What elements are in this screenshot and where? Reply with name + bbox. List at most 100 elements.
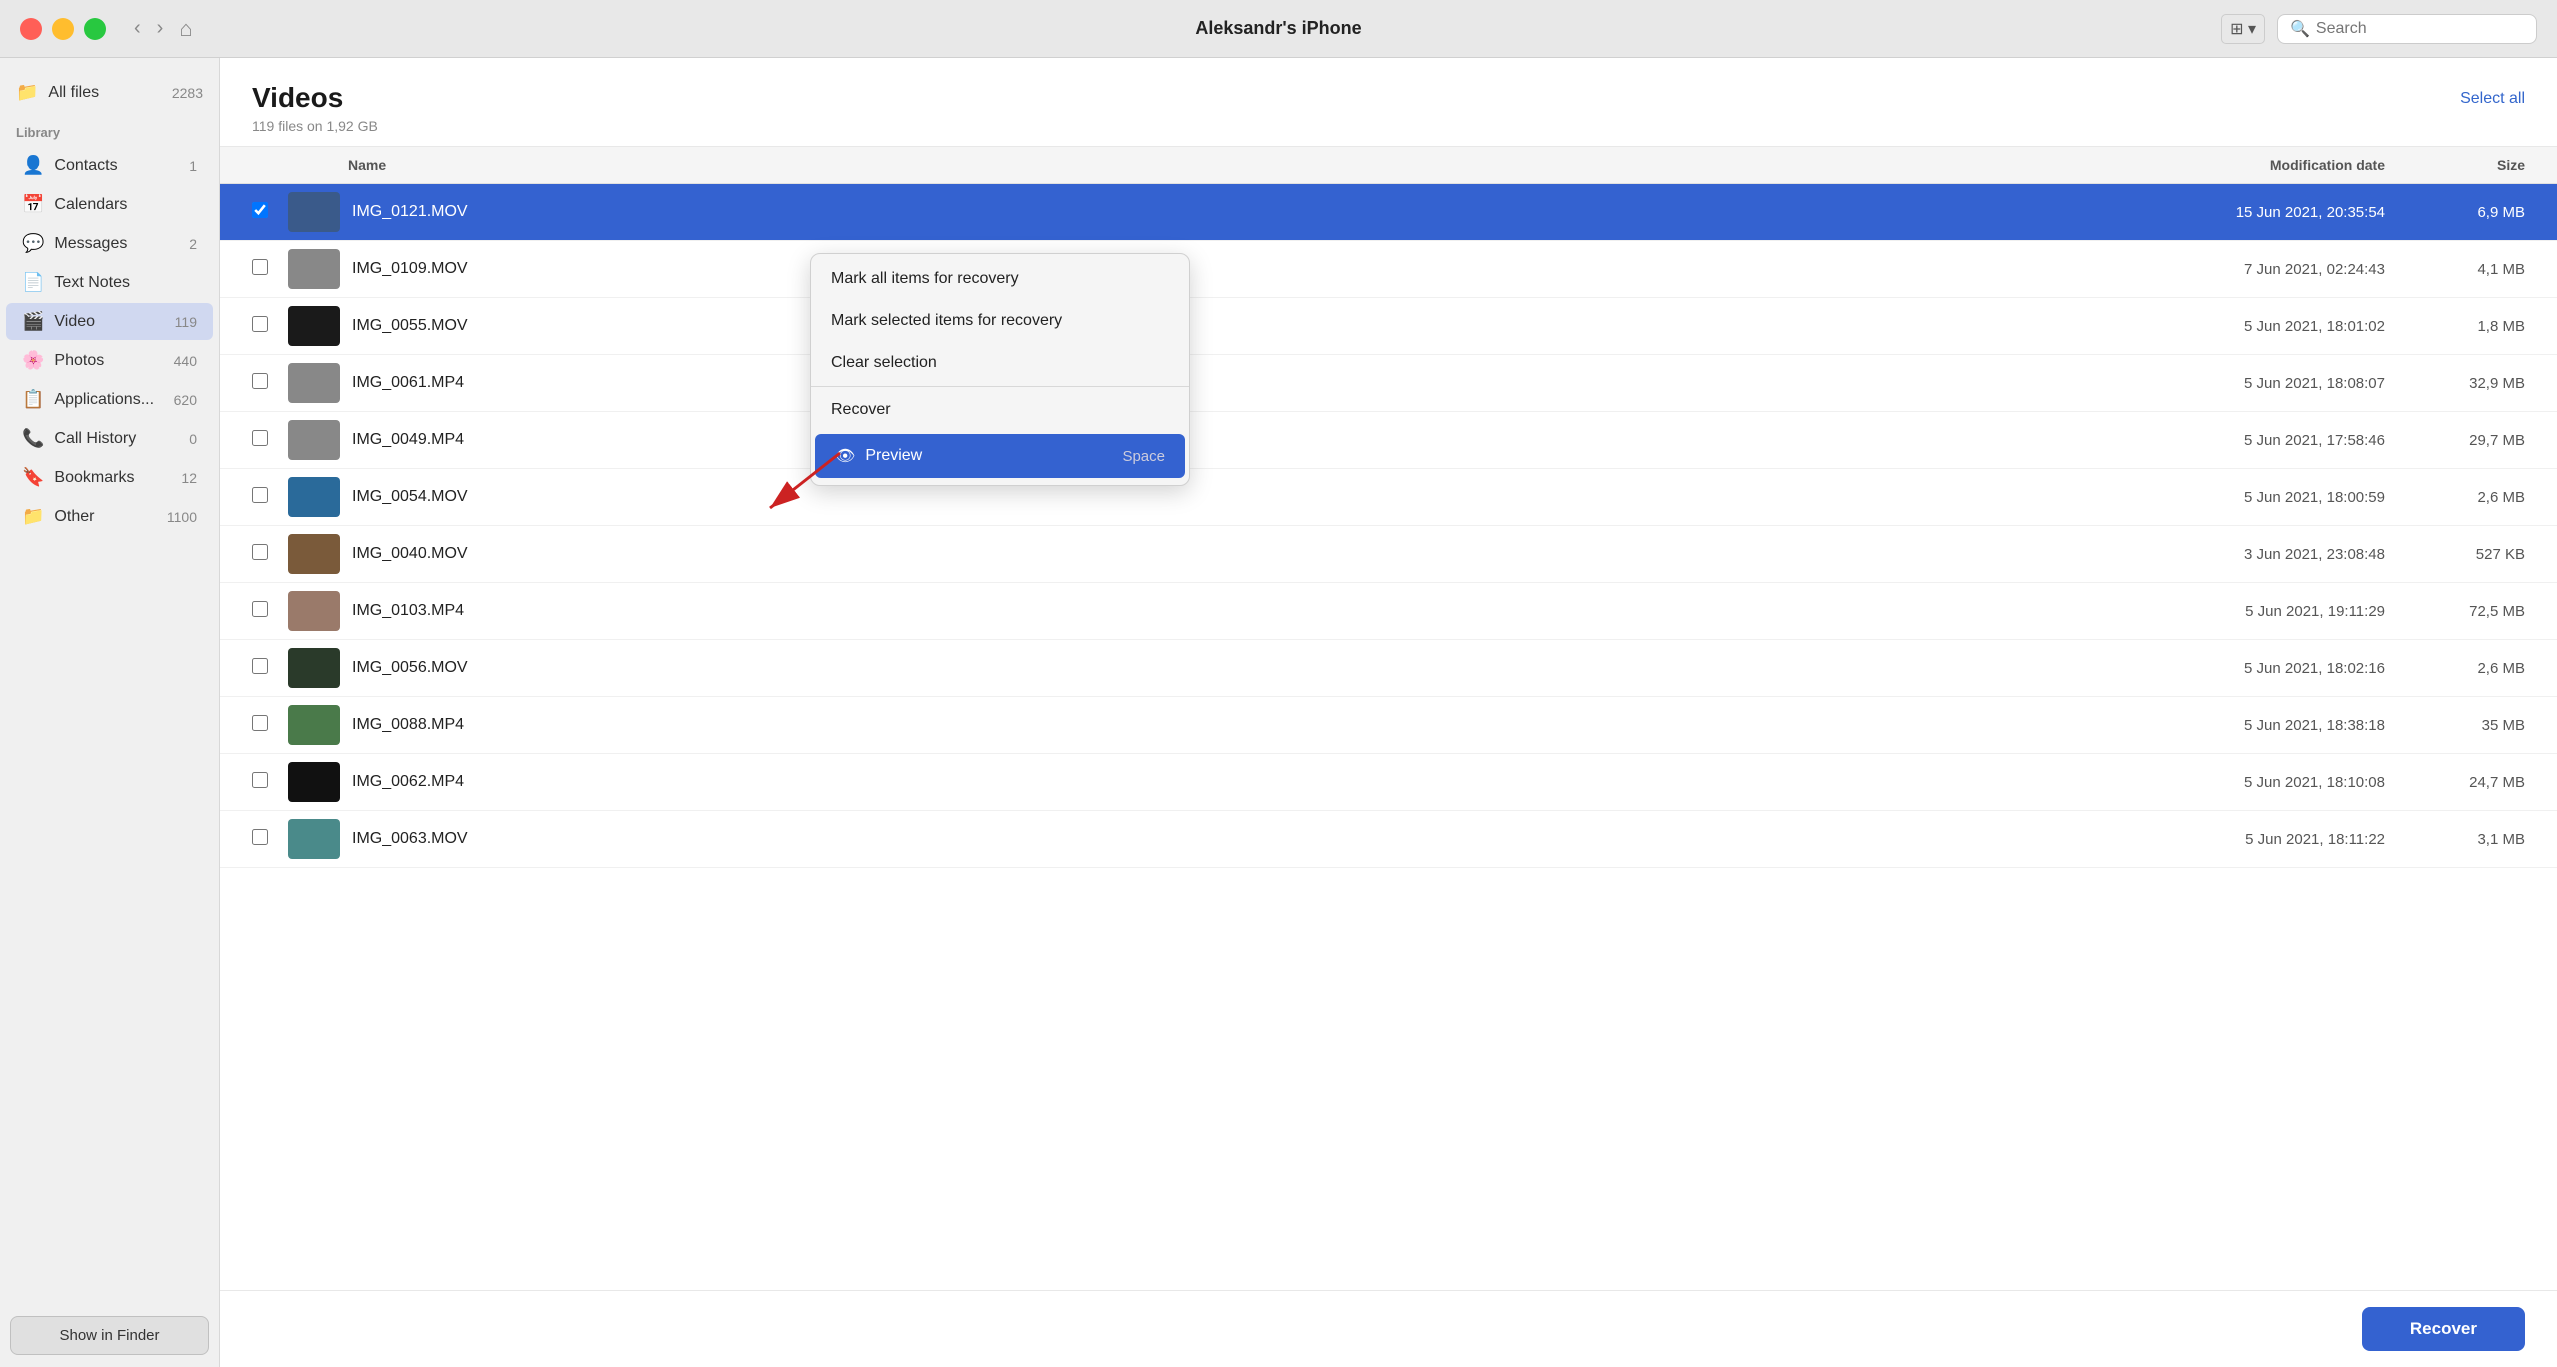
table-row[interactable]: IMG_0056.MOV 5 Jun 2021, 18:02:16 2,6 MB — [220, 640, 2557, 697]
row-checkbox[interactable] — [252, 202, 268, 218]
file-name: IMG_0088.MP4 — [352, 716, 2125, 734]
sidebar-item-contacts[interactable]: 👤 Contacts 1 — [6, 147, 213, 184]
folder-icon: 📁 — [16, 82, 38, 103]
table-row[interactable]: IMG_0063.MOV 5 Jun 2021, 18:11:22 3,1 MB — [220, 811, 2557, 868]
photos-count: 440 — [174, 353, 197, 369]
file-size: 1,8 MB — [2405, 318, 2525, 335]
context-mark-selected[interactable]: Mark selected items for recovery — [811, 300, 1189, 342]
sidebar-item-bookmarks[interactable]: 🔖 Bookmarks 12 — [6, 459, 213, 496]
file-name: IMG_0061.MP4 — [352, 374, 2125, 392]
row-checkbox[interactable] — [252, 373, 268, 389]
row-checkbox[interactable] — [252, 430, 268, 446]
back-button[interactable]: ‹ — [130, 17, 145, 40]
nav-arrows: ‹ › — [130, 17, 167, 40]
file-date: 15 Jun 2021, 20:35:54 — [2125, 204, 2405, 221]
thumbnail — [288, 363, 340, 403]
file-name: IMG_0121.MOV — [352, 203, 2125, 221]
forward-button[interactable]: › — [153, 17, 168, 40]
thumbnail — [288, 591, 340, 631]
close-button[interactable] — [20, 18, 42, 40]
row-checkbox[interactable] — [252, 601, 268, 617]
file-name: IMG_0109.MOV — [352, 260, 2125, 278]
context-menu-divider — [811, 386, 1189, 387]
row-checkbox[interactable] — [252, 259, 268, 275]
all-files-label: All files — [48, 84, 99, 102]
preview-eye-icon: 👁 — [835, 446, 855, 466]
sidebar-label-calendars: Calendars — [54, 196, 127, 214]
row-checkbox[interactable] — [252, 316, 268, 332]
sidebar-item-call-history[interactable]: 📞 Call History 0 — [6, 420, 213, 457]
titlebar-right: ⊞ ▾ 🔍 — [2221, 14, 2537, 44]
select-all-button[interactable]: Select all — [2460, 90, 2525, 108]
row-checkbox[interactable] — [252, 658, 268, 674]
maximize-button[interactable] — [84, 18, 106, 40]
row-checkbox[interactable] — [252, 829, 268, 845]
row-checkbox[interactable] — [252, 715, 268, 731]
table-row[interactable]: IMG_0061.MP4 5 Jun 2021, 18:08:07 32,9 M… — [220, 355, 2557, 412]
applications-icon: 📋 — [22, 389, 44, 410]
table-row[interactable]: IMG_0088.MP4 5 Jun 2021, 18:38:18 35 MB — [220, 697, 2557, 754]
search-box[interactable]: 🔍 — [2277, 14, 2537, 44]
sidebar-item-applications[interactable]: 📋 Applications... 620 — [6, 381, 213, 418]
footer-bar: Recover — [220, 1290, 2557, 1367]
home-button[interactable]: ⌂ — [179, 16, 192, 42]
messages-icon: 💬 — [22, 233, 44, 254]
recover-button[interactable]: Recover — [2362, 1307, 2525, 1351]
file-date: 5 Jun 2021, 18:00:59 — [2125, 489, 2405, 506]
size-column-header: Size — [2405, 157, 2525, 173]
page-title: Videos — [252, 82, 378, 114]
sidebar-item-other[interactable]: 📁 Other 1100 — [6, 498, 213, 535]
show-in-finder-button[interactable]: Show in Finder — [10, 1316, 209, 1355]
file-date: 5 Jun 2021, 18:02:16 — [2125, 660, 2405, 677]
row-checkbox[interactable] — [252, 772, 268, 788]
context-recover[interactable]: Recover — [811, 389, 1189, 431]
search-input[interactable] — [2316, 20, 2524, 38]
view-toggle-button[interactable]: ⊞ ▾ — [2221, 14, 2265, 44]
table-row[interactable]: IMG_0054.MOV 5 Jun 2021, 18:00:59 2,6 MB — [220, 469, 2557, 526]
titlebar-title: Aleksandr's iPhone — [1195, 18, 1361, 39]
sidebar-item-video[interactable]: 🎬 Video 119 — [6, 303, 213, 340]
context-mark-all[interactable]: Mark all items for recovery — [811, 258, 1189, 300]
sidebar-label-video: Video — [54, 313, 95, 331]
thumbnail — [288, 534, 340, 574]
library-section-title: Library — [0, 111, 219, 146]
file-name: IMG_0063.MOV — [352, 830, 2125, 848]
main-container: 📁 All files 2283 Library 👤 Contacts 1 📅 … — [0, 58, 2557, 1367]
preview-shortcut: Space — [1122, 448, 1165, 465]
table-row[interactable]: IMG_0103.MP4 5 Jun 2021, 19:11:29 72,5 M… — [220, 583, 2557, 640]
table-row[interactable]: IMG_0055.MOV 5 Jun 2021, 18:01:02 1,8 MB — [220, 298, 2557, 355]
table-row[interactable]: IMG_0040.MOV 3 Jun 2021, 23:08:48 527 KB — [220, 526, 2557, 583]
thumbnail — [288, 705, 340, 745]
all-files-count: 2283 — [172, 85, 203, 101]
video-icon: 🎬 — [22, 311, 44, 332]
sidebar-item-messages[interactable]: 💬 Messages 2 — [6, 225, 213, 262]
thumbnail — [288, 762, 340, 802]
sidebar-label-call-history: Call History — [54, 430, 136, 448]
preview-label: Preview — [865, 447, 922, 465]
sidebar-item-text-notes[interactable]: 📄 Text Notes — [6, 264, 213, 301]
thumbnail — [288, 819, 340, 859]
context-preview[interactable]: 👁 Preview Space — [815, 434, 1185, 478]
file-date: 5 Jun 2021, 18:08:07 — [2125, 375, 2405, 392]
sidebar-item-photos[interactable]: 🌸 Photos 440 — [6, 342, 213, 379]
file-date: 7 Jun 2021, 02:24:43 — [2125, 261, 2405, 278]
sidebar-item-calendars[interactable]: 📅 Calendars — [6, 186, 213, 223]
name-column-header: Name — [348, 157, 2125, 173]
row-checkbox[interactable] — [252, 544, 268, 560]
date-column-header: Modification date — [2125, 157, 2405, 173]
file-date: 5 Jun 2021, 18:38:18 — [2125, 717, 2405, 734]
file-size: 6,9 MB — [2405, 204, 2525, 221]
sidebar-label-messages: Messages — [54, 235, 127, 253]
table-row[interactable]: IMG_0109.MOV 7 Jun 2021, 02:24:43 4,1 MB — [220, 241, 2557, 298]
file-name: IMG_0062.MP4 — [352, 773, 2125, 791]
other-icon: 📁 — [22, 506, 44, 527]
table-row[interactable]: IMG_0062.MP4 5 Jun 2021, 18:10:08 24,7 M… — [220, 754, 2557, 811]
messages-count: 2 — [189, 236, 197, 252]
row-checkbox[interactable] — [252, 487, 268, 503]
table-row[interactable]: IMG_0121.MOV 15 Jun 2021, 20:35:54 6,9 M… — [220, 184, 2557, 241]
sidebar-item-all-files[interactable]: 📁 All files 2283 — [0, 74, 219, 111]
thumbnail — [288, 306, 340, 346]
minimize-button[interactable] — [52, 18, 74, 40]
table-row[interactable]: IMG_0049.MP4 5 Jun 2021, 17:58:46 29,7 M… — [220, 412, 2557, 469]
context-clear-selection[interactable]: Clear selection — [811, 342, 1189, 384]
